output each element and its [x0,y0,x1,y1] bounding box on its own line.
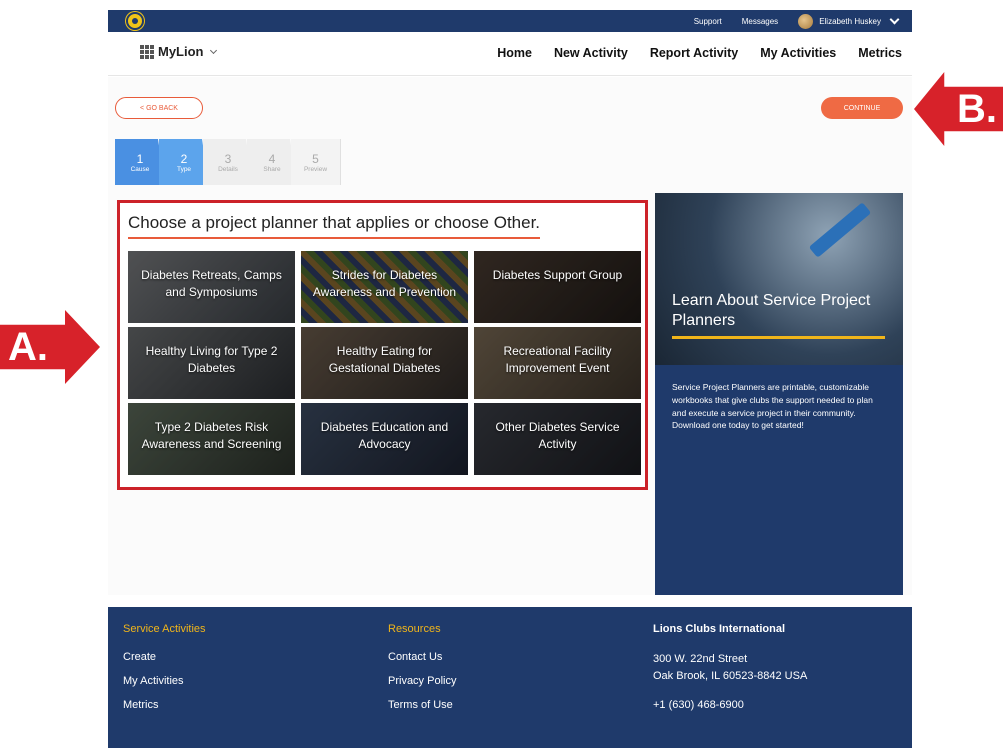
nav-new-activity[interactable]: New Activity [554,46,628,60]
tile-label: Diabetes Retreats, Camps and Symposiums [141,268,282,299]
footer-heading: Resources [388,623,441,635]
step-share[interactable]: 4 Share [247,139,297,185]
chevron-down-icon [209,46,217,54]
top-utility-bar: Support Messages Elizabeth Huskey [108,10,912,32]
tile-label: Diabetes Education and Advocacy [320,420,449,451]
service-planner-info-panel: Learn About Service Project Planners Ser… [655,193,903,595]
address-line: Oak Brook, IL 60523-8842 USA [653,670,808,683]
brand-name: MyLion [158,44,204,59]
step-label: Type [176,165,192,173]
annotation-arrow-b: B. [914,72,1003,146]
continue-button[interactable]: CONTINUE [821,97,903,119]
chevron-down-icon[interactable] [889,14,900,24]
step-cause[interactable]: 1 Cause [115,139,165,185]
nav-links: Home New Activity Report Activity My Act… [497,46,902,60]
sidebar-title: Learn About Service Project Planners [672,292,871,329]
nav-my-activities[interactable]: My Activities [760,46,836,60]
annotation-arrow-a: A. [0,310,100,384]
planner-tile[interactable]: Healthy Eating for Gestational Diabetes [301,327,468,399]
address-line: 300 W. 22nd Street [653,653,748,665]
footer-col-service-activities: Service Activities Create My Activities … [123,623,206,723]
footer-phone: +1 (630) 468-6900 [653,699,744,712]
footer-link[interactable]: Terms of Use [388,699,456,711]
planner-tile[interactable]: Recreational Facility Improvement Event [474,327,641,399]
glucose-meter-image [655,193,903,365]
utility-links: Support Messages Elizabeth Huskey [694,10,912,32]
step-number: 4 [268,151,276,166]
tile-label: Diabetes Support Group [492,268,623,282]
footer-heading: Lions Clubs International [653,623,786,635]
step-label: Share [263,165,281,173]
planner-tile[interactable]: Healthy Living for Type 2 Diabetes [128,327,295,399]
tile-label: Strides for Diabetes Awareness and Preve… [312,268,457,299]
tile-label: Healthy Living for Type 2 Diabetes [145,344,278,375]
messages-link[interactable]: Messages [742,17,778,26]
lions-logo-icon[interactable] [126,12,144,30]
planner-tile[interactable]: Diabetes Education and Advocacy [301,403,468,475]
step-details[interactable]: 3 Details [203,139,253,185]
step-label: Cause [130,165,150,173]
step-label: Preview [303,165,328,173]
footer-address: 300 W. 22nd Street Oak Brook, IL 60523-8… [653,651,807,685]
footer-heading: Service Activities [123,623,206,635]
footer-link[interactable]: Privacy Policy [388,675,456,687]
footer-link[interactable]: My Activities [123,675,206,687]
annotation-label: A. [8,324,48,369]
sidebar-description: Service Project Planners are printable, … [672,382,873,431]
tile-label: Type 2 Diabetes Risk Awareness and Scree… [141,420,282,451]
user-name: Elizabeth Huskey [819,16,881,26]
step-number: 2 [180,151,188,166]
user-menu[interactable]: Elizabeth Huskey [798,13,900,29]
site-footer: Service Activities Create My Activities … [108,607,912,748]
planner-heading: Choose a project planner that applies or… [128,213,541,239]
avatar [798,13,814,29]
nav-report-activity[interactable]: Report Activity [650,46,738,60]
planner-tile[interactable]: Other Diabetes Service Activity [474,403,641,475]
step-type[interactable]: 2 Type [159,139,209,185]
footer-col-contact: Lions Clubs International 300 W. 22nd St… [653,623,807,711]
step-preview[interactable]: 5 Preview [291,139,341,185]
step-label: Details [218,165,238,173]
tile-label: Other Diabetes Service Activity [495,420,620,451]
planner-grid: Diabetes Retreats, Camps and Symposiums … [128,251,641,475]
annotation-label: B. [957,86,997,131]
planner-tile[interactable]: Strides for Diabetes Awareness and Preve… [301,251,468,323]
tile-label: Healthy Eating for Gestational Diabetes [328,344,441,375]
step-number: 5 [312,151,319,166]
tile-label: Recreational Facility Improvement Event [503,344,612,375]
progress-stepper: 1 Cause 2 Type 3 Details 4 Share 5 Previ… [115,139,363,185]
divider [672,336,885,339]
planner-tile[interactable]: Type 2 Diabetes Risk Awareness and Scree… [128,403,295,475]
nav-metrics[interactable]: Metrics [858,46,902,60]
page-root: Support Messages Elizabeth Huskey MyLion… [0,0,1003,748]
main-content: < GO BACK CONTINUE 1 Cause 2 Type 3 Deta… [108,77,912,595]
app-grid-icon [140,44,154,59]
footer-link[interactable]: Contact Us [388,651,456,663]
footer-link[interactable]: Metrics [123,699,206,711]
footer-link[interactable]: Create [123,651,206,663]
step-number: 1 [136,151,144,166]
support-link[interactable]: Support [694,17,722,26]
nav-home[interactable]: Home [497,46,532,60]
go-back-button[interactable]: < GO BACK [115,97,203,119]
planner-tile[interactable]: Diabetes Support Group [474,251,641,323]
app-switcher[interactable]: MyLion [140,44,217,59]
main-nav: MyLion Home New Activity Report Activity… [108,32,912,76]
project-planner-selection: Choose a project planner that applies or… [117,200,648,490]
planner-tile[interactable]: Diabetes Retreats, Camps and Symposiums [128,251,295,323]
footer-col-resources: Resources Contact Us Privacy Policy Term… [388,623,456,723]
step-number: 3 [224,151,232,166]
